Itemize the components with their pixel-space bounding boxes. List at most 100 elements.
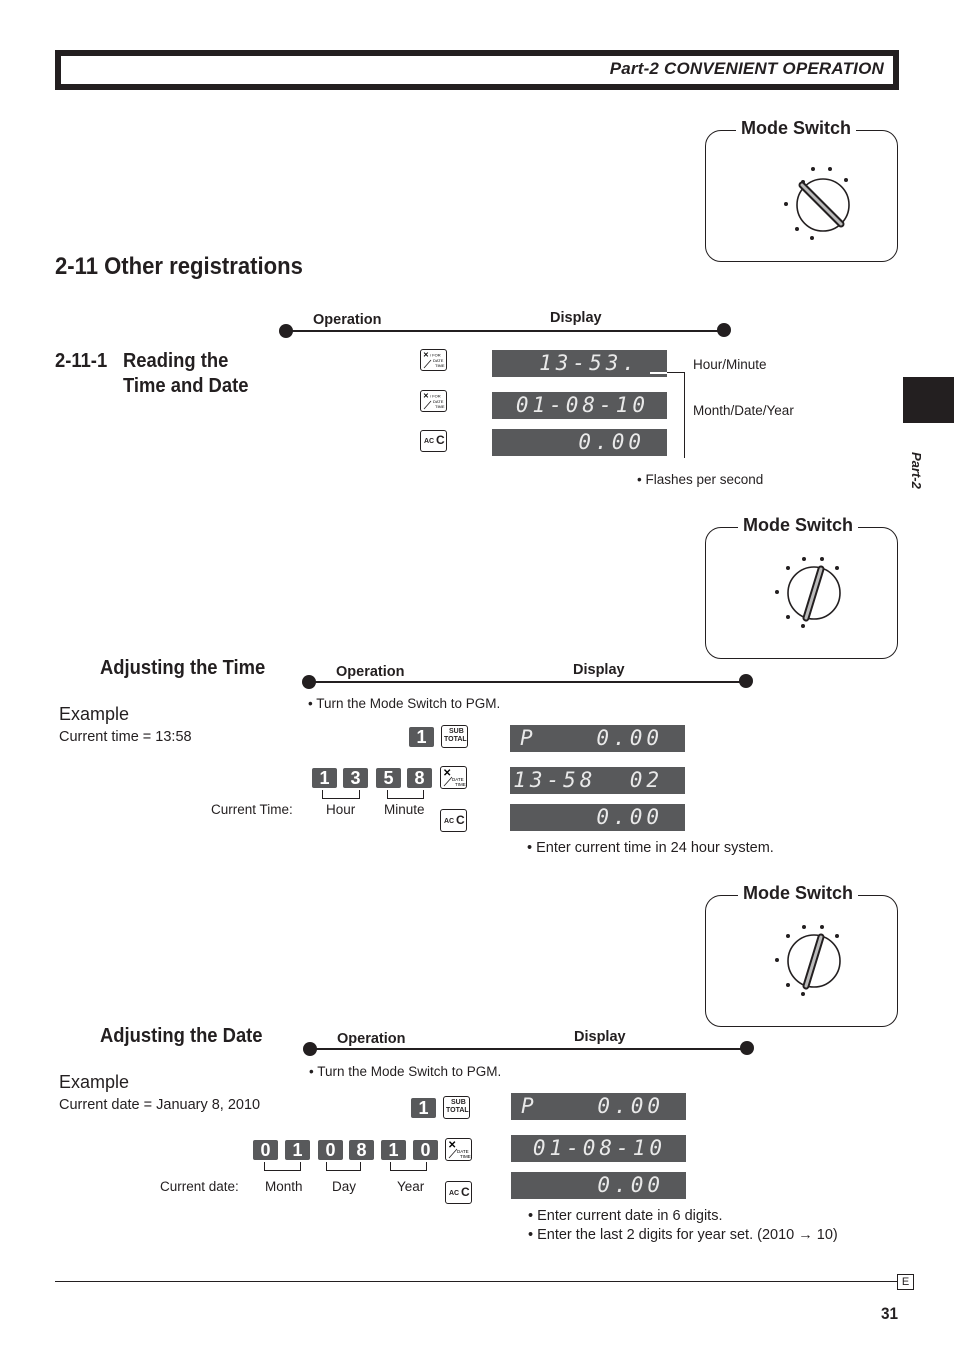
lcd-display: P 0.00: [510, 725, 685, 752]
svg-text:TIME: TIME: [455, 782, 466, 787]
footer-rule: [55, 1281, 897, 1283]
display-label: Display: [573, 662, 625, 678]
x-date-time-key-icon: ✕ / FORDATETIME: [423, 393, 445, 410]
day-bracket: [326, 1162, 361, 1171]
x-for-date-time-key: ✕ / FOR DATE TIME: [420, 390, 447, 412]
subsection-number: 2-11-1: [55, 350, 108, 372]
side-tab-label: Part-2: [909, 452, 924, 489]
x-date-time-key-icon: ✕DATETIME: [443, 768, 466, 787]
caption-label: Current Time:: [211, 802, 293, 817]
lcd-right: 01-08-10: [532, 1136, 666, 1160]
lcd-right: 0.00: [597, 1173, 664, 1197]
svg-text:TIME: TIME: [435, 404, 445, 409]
lcd-display: 0.00: [510, 804, 685, 831]
mode-switch-label: Mode Switch: [738, 515, 859, 536]
lcd-right: 13-58 02: [513, 768, 663, 792]
rule-dot-right: [739, 674, 753, 688]
mode-switch-label: Mode Switch: [736, 118, 857, 139]
mode-switch-dial-icon: [784, 167, 850, 240]
numeric-key: 1: [409, 727, 434, 747]
lcd-display: 01-08-10: [492, 392, 667, 419]
group-hour: Hour: [326, 802, 356, 817]
display-label: Display: [550, 310, 602, 326]
ac-c-key-big: C: [461, 1185, 470, 1199]
lcd-display: 0.00: [492, 429, 667, 456]
subtotal-key-line1: SUB: [451, 1099, 466, 1106]
instruction-text: • Turn the Mode Switch to PGM.: [309, 1064, 502, 1079]
subtotal-key: SUB TOTAL: [443, 1096, 470, 1119]
note-text: • Enter the last 2 digits for year set. …: [528, 1227, 838, 1243]
numeric-key: 3: [343, 768, 368, 788]
ac-c-key: AC C: [440, 809, 467, 832]
numeric-key: 0: [413, 1140, 438, 1160]
ac-c-key-big: C: [436, 433, 445, 447]
ac-c-key-small: AC: [424, 438, 435, 445]
page-number: 31: [881, 1304, 899, 1323]
lcd-right: 0.00: [578, 430, 645, 454]
numeric-key: 1: [312, 768, 337, 788]
subtotal-key: SUB TOTAL: [441, 725, 468, 748]
numeric-key: 8: [349, 1140, 374, 1160]
x-date-time-key: ✕ DATE TIME: [440, 766, 467, 789]
svg-text:✕: ✕: [423, 393, 429, 400]
leader-line: [684, 372, 686, 458]
x-date-time-key-icon: ✕DATETIME: [448, 1140, 471, 1159]
mode-switch-dial-icon: [775, 557, 841, 628]
leader-line: [667, 372, 685, 374]
lcd-display: 0.00: [511, 1172, 686, 1199]
ac-c-key-small: AC: [449, 1190, 460, 1197]
instruction-text: • Turn the Mode Switch to PGM.: [308, 696, 501, 711]
numeric-key: 0: [253, 1140, 278, 1160]
group-year: Year: [397, 1179, 425, 1194]
svg-text:✕: ✕: [423, 352, 429, 359]
lcd-display: 13-53.: [492, 350, 667, 377]
flash-underscore: [650, 372, 667, 374]
ac-c-key: AC C: [420, 430, 447, 452]
example-label: Example: [59, 704, 130, 724]
language-box: E: [897, 1274, 914, 1290]
lcd-right: 0.00: [596, 726, 663, 750]
numeric-key: 0: [318, 1140, 343, 1160]
section-title: 2-11 Other registrations: [55, 253, 303, 280]
svg-text:TIME: TIME: [460, 1154, 471, 1159]
example-value: Current date = January 8, 2010: [59, 1097, 261, 1113]
numeric-key: 5: [376, 768, 401, 788]
numeric-key: 1: [285, 1140, 310, 1160]
side-tab-block: [903, 377, 954, 423]
rule-dot-right: [740, 1041, 754, 1055]
group-day: Day: [332, 1179, 357, 1194]
svg-text:/ FOR: / FOR: [430, 394, 441, 399]
subsection-title-line1: Reading the: [123, 350, 229, 372]
flashes-note: • Flashes per second: [637, 472, 764, 487]
caption-label: Current date:: [160, 1179, 239, 1194]
minute-bracket: [387, 790, 424, 799]
lcd-right: 0.00: [596, 805, 663, 829]
operation-label: Operation: [336, 664, 405, 680]
group-minute: Minute: [384, 802, 425, 817]
svg-text:✕: ✕: [443, 768, 451, 779]
numeric-key: 8: [407, 768, 432, 788]
numeric-key: 1: [381, 1140, 406, 1160]
x-date-time-key: ✕ DATE TIME: [445, 1138, 472, 1161]
month-bracket: [264, 1162, 301, 1171]
rule-line: [310, 1048, 747, 1050]
svg-text:/ FOR: / FOR: [430, 353, 441, 358]
x-date-time-key-icon: ✕ / FORDATETIME: [423, 352, 445, 369]
svg-text:TIME: TIME: [435, 363, 445, 368]
display-label: Display: [574, 1029, 626, 1045]
subtotal-key-line2: TOTAL: [444, 736, 467, 743]
group-month: Month: [265, 1179, 303, 1194]
rule-line: [309, 681, 746, 683]
lcd-display: 01-08-10: [511, 1135, 686, 1162]
header-title: Part-2 CONVENIENT OPERATION: [609, 59, 884, 78]
month-date-year-label: Month/Date/Year: [693, 403, 794, 418]
operation-label: Operation: [313, 312, 382, 328]
hour-bracket: [322, 790, 360, 799]
x-for-date-time-key: ✕ / FOR DATE TIME: [420, 349, 447, 371]
lcd-left: P: [520, 726, 537, 750]
example-label: Example: [59, 1072, 130, 1092]
lcd-display: P 0.00: [511, 1093, 686, 1120]
ac-c-key-big: C: [456, 813, 465, 827]
numeric-key: 1: [411, 1098, 436, 1118]
hour-minute-label: Hour/Minute: [693, 357, 767, 372]
